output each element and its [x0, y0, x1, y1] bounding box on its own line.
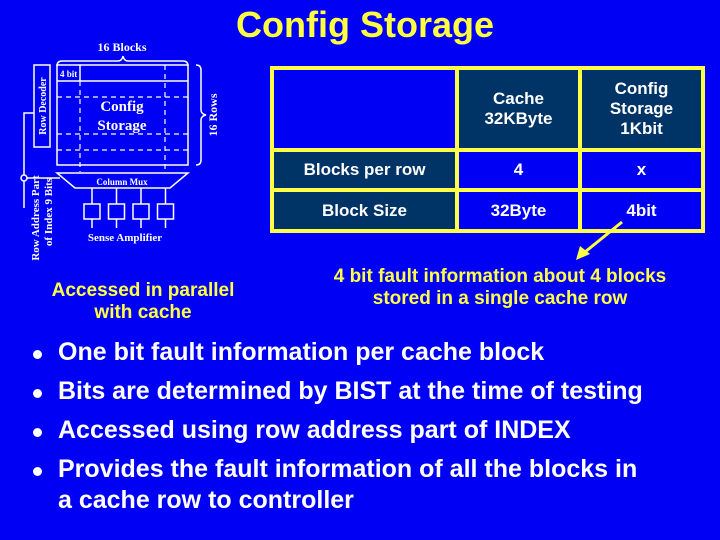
- arrow-head: [576, 246, 590, 260]
- table-header-row: Cache 32KByte Config Storage 1Kbit: [270, 66, 705, 152]
- note-line: 4 bit fault information about 4 blocks: [333, 266, 667, 287]
- junction-dot: [20, 174, 28, 182]
- bullet-text: Accessed using row address part of INDEX: [58, 416, 571, 444]
- rows-label: 16 Rows: [206, 93, 220, 136]
- parallel-note: Accessed in parallel with cache: [14, 280, 272, 324]
- bullet-item: Accessed using row address part of INDEX: [28, 411, 720, 450]
- header-cache-line: Cache: [492, 88, 545, 108]
- side-brace: [195, 64, 207, 166]
- bullet-dot-icon: [33, 350, 42, 359]
- address-label: of Index 9 Bits: [43, 177, 55, 246]
- row-label: Blocks per row: [270, 147, 459, 193]
- cache-value: 4: [455, 147, 582, 193]
- decoder-label: Row Decoder: [38, 77, 49, 135]
- table-row: Block Size 32Byte 4bit: [270, 188, 705, 233]
- spec-table: Cache 32KByte Config Storage 1Kbit Block…: [270, 66, 705, 233]
- fault-note: 4 bit fault information about 4 blocks s…: [280, 266, 720, 310]
- bullet-dot-icon: [33, 428, 42, 437]
- bullet-item: One bit fault information per cache bloc…: [28, 333, 720, 372]
- note-line: stored in a single cache row: [372, 288, 628, 309]
- bullet-text: Bits are determined by BIST at the time …: [58, 377, 643, 405]
- sense-amp-box: [83, 203, 101, 220]
- sense-amplifiers: [83, 188, 175, 228]
- sense-amp-box: [156, 203, 175, 220]
- sense-label: Sense Amplifier: [88, 232, 162, 244]
- bullet-text: a cache row to controller: [58, 486, 354, 514]
- row-label: Block Size: [270, 188, 459, 233]
- table-row: Blocks per row 4 x: [270, 147, 705, 193]
- header-config: Config Storage 1Kbit: [578, 66, 705, 152]
- config-value: 4bit: [578, 188, 705, 233]
- sense-amp-box: [107, 203, 126, 220]
- mux-label: Column Mux: [96, 177, 148, 187]
- array-label: Storage: [97, 118, 146, 134]
- bullet-dot-icon: [33, 467, 42, 476]
- note-line: with cache: [94, 302, 192, 323]
- bullet-item: Provides the fault information of all th…: [28, 450, 720, 516]
- config-storage-diagram: 16 Blocks 4 bit Config Storage 16 Rows R…: [20, 40, 220, 261]
- cache-value: 32Byte: [455, 188, 582, 233]
- header-config-line: Storage: [609, 98, 674, 118]
- header-cache-line: 32KByte: [484, 108, 553, 128]
- array-label: Config: [100, 99, 144, 115]
- bullet-text: Provides the fault information of all th…: [58, 455, 638, 483]
- address-label: Row Address Part: [30, 175, 42, 261]
- header-config-line: Config: [614, 78, 669, 98]
- blocks-label: 16 Blocks: [97, 40, 146, 54]
- bullet-dot-icon: [33, 389, 42, 398]
- header-cache: Cache 32KByte: [455, 66, 582, 152]
- header-config-line: 1Kbit: [620, 118, 663, 138]
- note-line: Accessed in parallel: [51, 280, 235, 301]
- config-value: x: [578, 147, 705, 193]
- bullet-item: Bits are determined by BIST at the time …: [28, 372, 720, 411]
- bullet-text: One bit fault information per cache bloc…: [58, 338, 545, 366]
- bullet-list: One bit fault information per cache bloc…: [28, 333, 720, 516]
- sense-amp-box: [132, 203, 150, 220]
- header-empty-cell: [270, 66, 459, 152]
- cell-label: 4 bit: [60, 69, 77, 79]
